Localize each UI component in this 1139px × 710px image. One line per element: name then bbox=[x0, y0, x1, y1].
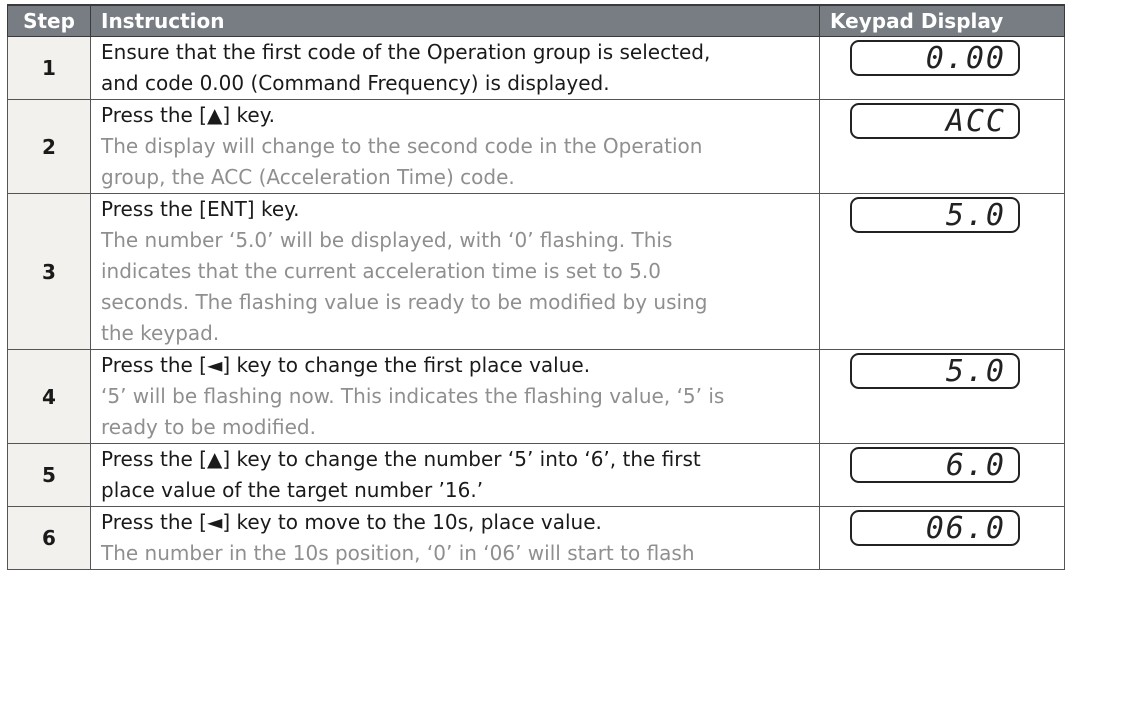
keypad-display-cell: 6.0 bbox=[819, 443, 1065, 507]
instruction-detail: group, the ACC (Acceleration Time) code. bbox=[101, 165, 515, 189]
instruction-detail: ‘5’ will be flashing now. This indicates… bbox=[101, 384, 725, 408]
keypad-display: 0.00 bbox=[850, 40, 1020, 76]
instruction-text: Press the [◄] key to change the first pl… bbox=[101, 353, 591, 377]
header-instruction: Instruction bbox=[90, 4, 820, 37]
instruction-text: place value of the target number ’16.’ bbox=[101, 478, 484, 502]
table-row: 6 Press the [◄] key to move to the 10s, p… bbox=[7, 506, 1065, 570]
step-number: 4 bbox=[7, 349, 91, 444]
instruction-cell: Press the [◄] key to change the first pl… bbox=[90, 349, 820, 444]
header-step: Step bbox=[7, 4, 91, 37]
procedure-document: Step Instruction Keypad Display 1 Ensure … bbox=[0, 0, 1139, 710]
instruction-text: Ensure that the first code of the Operat… bbox=[101, 40, 711, 64]
step-number: 6 bbox=[7, 506, 91, 570]
instruction-detail: indicates that the current acceleration … bbox=[101, 259, 661, 283]
keypad-display-cell: 0.00 bbox=[819, 36, 1065, 100]
keypad-display: 5.0 bbox=[850, 197, 1020, 233]
keypad-display: 06.0 bbox=[850, 510, 1020, 546]
keypad-display: ACC bbox=[850, 103, 1020, 139]
procedure-table: Step Instruction Keypad Display 1 Ensure … bbox=[7, 4, 1065, 570]
instruction-cell: Press the [▲] key to change the number ‘… bbox=[90, 443, 820, 507]
instruction-text: Press the [▲] key to change the number ‘… bbox=[101, 447, 701, 471]
step-number: 2 bbox=[7, 99, 91, 194]
keypad-display: 5.0 bbox=[850, 353, 1020, 389]
instruction-text: Press the [◄] key to move to the 10s, pl… bbox=[101, 510, 602, 534]
instruction-text: Press the [▲] key. bbox=[101, 103, 276, 127]
step-number: 5 bbox=[7, 443, 91, 507]
table-row: 3 Press the [ENT] key. The number ‘5.0’ wi… bbox=[7, 193, 1065, 350]
table-row: 1 Ensure that the first code of the Opera… bbox=[7, 36, 1065, 100]
instruction-cell: Press the [ENT] key. The number ‘5.0’ wil… bbox=[90, 193, 820, 350]
keypad-display: 6.0 bbox=[850, 447, 1020, 483]
table-row: 2 Press the [▲] key. The display will chan… bbox=[7, 99, 1065, 194]
instruction-detail: The display will change to the second co… bbox=[101, 134, 703, 158]
instruction-detail: The number ‘5.0’ will be displayed, with… bbox=[101, 228, 673, 252]
keypad-display-cell: ACC bbox=[819, 99, 1065, 194]
instruction-cell: Press the [◄] key to move to the 10s, pl… bbox=[90, 506, 820, 570]
keypad-display-cell: 5.0 bbox=[819, 193, 1065, 350]
instruction-detail: the keypad. bbox=[101, 321, 220, 345]
instruction-cell: Press the [▲] key. The display will chang… bbox=[90, 99, 820, 194]
instruction-detail: seconds. The flashing value is ready to … bbox=[101, 290, 708, 314]
keypad-display-cell: 5.0 bbox=[819, 349, 1065, 444]
instruction-detail: ready to be modified. bbox=[101, 415, 316, 439]
step-number: 1 bbox=[7, 36, 91, 100]
header-keypad-display: Keypad Display bbox=[819, 4, 1065, 37]
instruction-cell: Ensure that the first code of the Operat… bbox=[90, 36, 820, 100]
table-row: 4 Press the [◄] key to change the first p… bbox=[7, 349, 1065, 444]
table-row: 5 Press the [▲] key to change the number … bbox=[7, 443, 1065, 507]
instruction-text: and code 0.00 (Command Frequency) is dis… bbox=[101, 71, 610, 95]
table-header-row: Step Instruction Keypad Display bbox=[7, 4, 1065, 37]
instruction-text: Press the [ENT] key. bbox=[101, 197, 300, 221]
instruction-detail: The number in the 10s position, ‘0’ in ‘… bbox=[101, 541, 695, 565]
step-number: 3 bbox=[7, 193, 91, 350]
keypad-display-cell: 06.0 bbox=[819, 506, 1065, 570]
